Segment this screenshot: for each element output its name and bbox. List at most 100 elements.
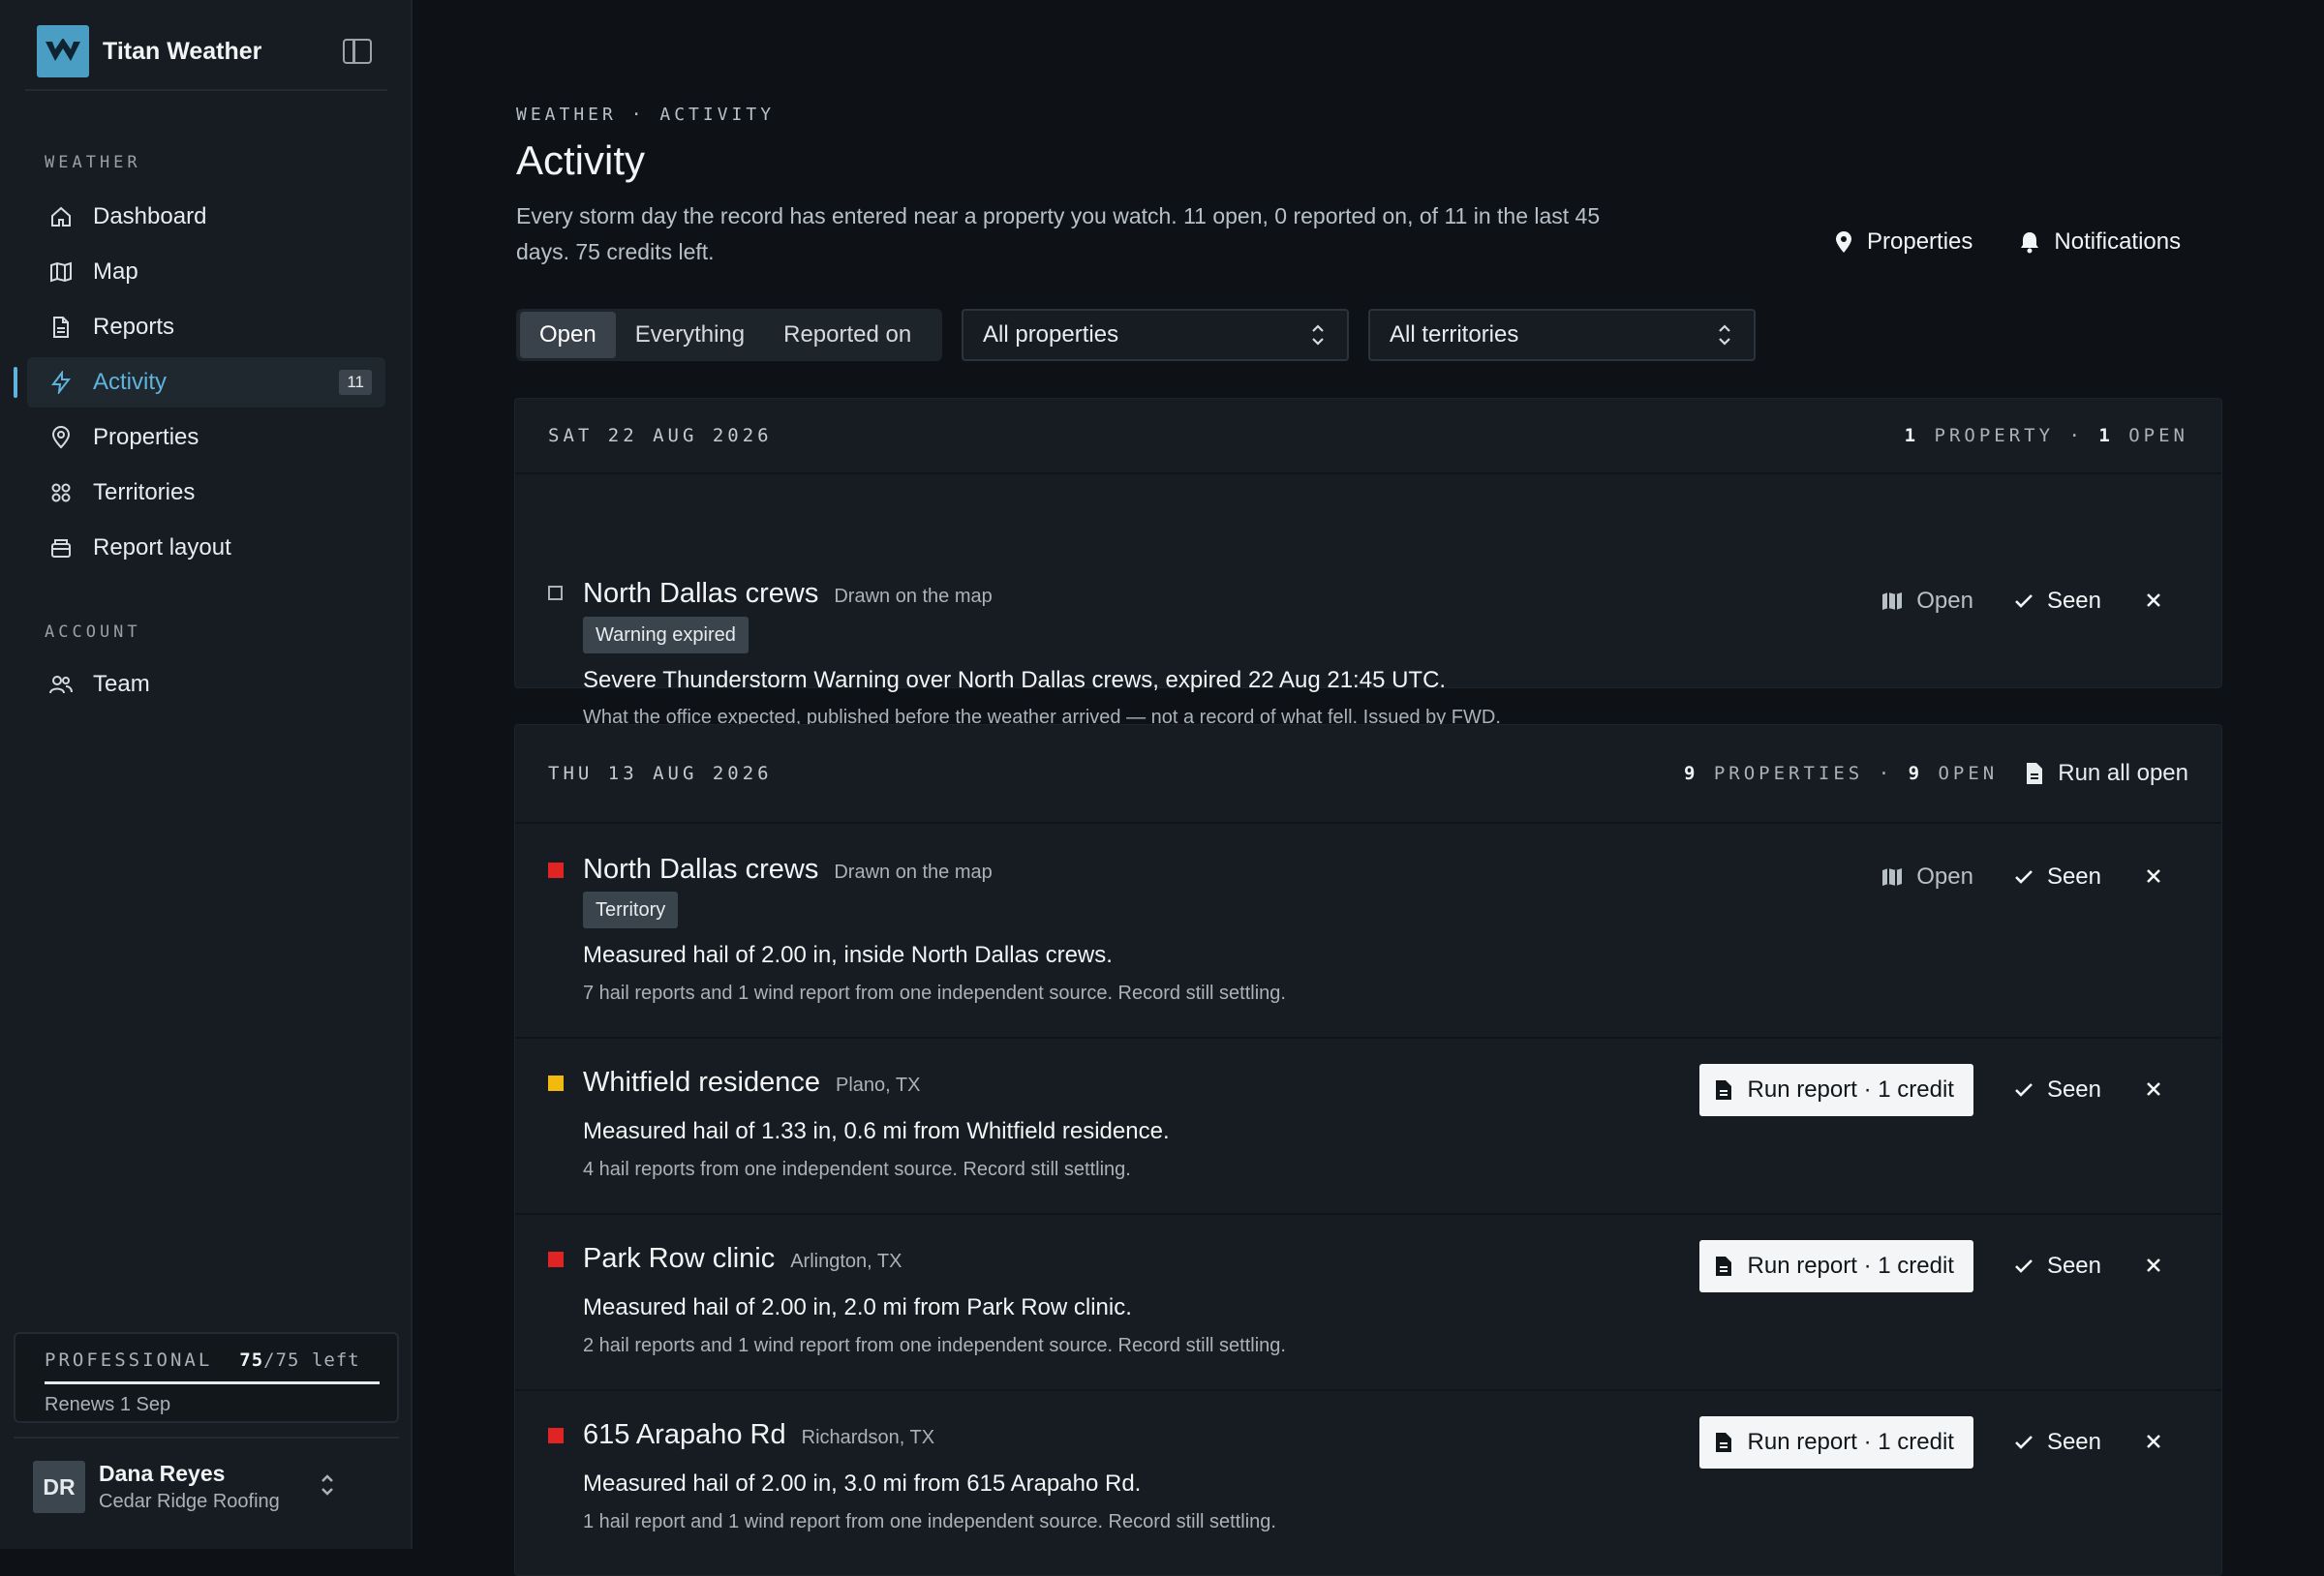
property-location: Plano, TX <box>836 1075 921 1096</box>
close-icon <box>2146 1076 2161 1104</box>
property-name[interactable]: Whitfield residence <box>583 1067 820 1099</box>
sidebar-item-label: Report layout <box>93 534 231 561</box>
sidebar-item-team[interactable]: Team <box>27 659 385 710</box>
status-badge: Territory <box>583 892 679 928</box>
row-note: 7 hail reports and 1 wind report from on… <box>583 983 1286 1004</box>
severity-square-icon <box>548 863 564 878</box>
property-select[interactable]: All properties <box>962 309 1349 361</box>
close-icon <box>2146 1429 2161 1456</box>
user-menu[interactable]: DR Dana Reyes Cedar Ridge Roofing <box>14 1437 399 1535</box>
pin-icon <box>46 426 76 449</box>
row-title: Whitfield residence Plano, TX <box>583 1067 920 1099</box>
row-summary: Measured hail of 2.00 in, inside North D… <box>583 942 1113 968</box>
sidebar-item-properties[interactable]: Properties <box>27 412 385 463</box>
seen-label: Seen <box>2046 1429 2101 1455</box>
seen-button[interactable]: Seen <box>2014 588 2101 615</box>
seen-button[interactable]: Seen <box>2014 1253 2101 1280</box>
users-icon <box>46 673 76 696</box>
check-icon <box>2014 1434 2034 1451</box>
property-location: Drawn on the map <box>834 586 993 607</box>
sidebar-item-label: Map <box>93 258 138 285</box>
sidebar-item-label: Territories <box>93 479 196 505</box>
property-count: 1 <box>1904 425 1920 446</box>
row-actions: Run report · 1 credit Seen <box>1698 1416 2161 1469</box>
dismiss-button[interactable] <box>2146 1429 2161 1456</box>
brand: Titan Weather <box>25 23 387 91</box>
seen-label: Seen <box>2046 1253 2101 1279</box>
user-name: Dana Reyes <box>99 1461 226 1486</box>
main-content: WEATHER · ACTIVITY Activity Every storm … <box>414 0 2324 1576</box>
sidebar-toggle-icon[interactable] <box>343 39 372 64</box>
run-report-button[interactable]: Run report · 1 credit <box>1698 1240 1973 1292</box>
open-count-label: OPEN <box>1923 763 1999 784</box>
seen-button[interactable]: Seen <box>2014 1429 2101 1456</box>
sidebar-item-map[interactable]: Map <box>27 247 385 297</box>
group-date: THU 13 AUG 2026 <box>548 763 773 784</box>
close-icon <box>2146 1253 2161 1280</box>
layout-icon <box>46 536 76 560</box>
open-on-map-button[interactable]: Open <box>1881 588 1973 615</box>
tab-reported-on[interactable]: Reported on <box>764 312 931 358</box>
plan-credits-bar <box>45 1381 380 1384</box>
dismiss-button[interactable] <box>2146 864 2161 891</box>
row-title: Park Row clinic Arlington, TX <box>583 1243 902 1275</box>
row-note: 1 hail report and 1 wind report from one… <box>583 1511 1276 1532</box>
properties-link[interactable]: Properties <box>1834 228 1972 256</box>
sidebar-item-dashboard[interactable]: Dashboard <box>27 192 385 242</box>
row-note: 2 hail reports and 1 wind report from on… <box>583 1335 1286 1356</box>
sidebar-item-activity[interactable]: Activity 11 <box>14 357 385 408</box>
seen-label: Seen <box>2046 1076 2101 1103</box>
property-count-label: PROPERTIES · <box>1698 763 1909 784</box>
open-count: 9 <box>1908 763 1924 784</box>
row-summary: Measured hail of 2.00 in, 3.0 mi from 61… <box>583 1470 1142 1497</box>
property-name[interactable]: Park Row clinic <box>583 1243 775 1275</box>
tab-everything[interactable]: Everything <box>616 312 764 358</box>
property-select-value: All properties <box>983 321 1119 348</box>
open-on-map-button[interactable]: Open <box>1881 864 1973 891</box>
home-icon <box>46 205 76 228</box>
chevron-updown-icon[interactable] <box>320 1472 335 1502</box>
app-name: Titan Weather <box>103 37 262 65</box>
open-count: 1 <box>2098 425 2114 446</box>
property-name[interactable]: 615 Arapaho Rd <box>583 1419 786 1451</box>
property-location: Richardson, TX <box>801 1427 935 1448</box>
property-name[interactable]: North Dallas crews <box>583 578 818 610</box>
seen-label: Seen <box>2046 588 2101 614</box>
status-badge: Warning expired <box>583 617 749 653</box>
row-title: 615 Arapaho Rd Richardson, TX <box>583 1419 934 1451</box>
bell-icon <box>2019 230 2040 254</box>
document-icon <box>1715 1256 1732 1277</box>
property-count-label: PROPERTY · <box>1919 425 2099 446</box>
seen-button[interactable]: Seen <box>2014 1076 2101 1104</box>
seen-button[interactable]: Seen <box>2014 864 2101 891</box>
titan-logo-icon <box>37 25 89 77</box>
row-actions: Open Seen <box>1881 864 2161 891</box>
sidebar-item-report-layout[interactable]: Report layout <box>27 523 385 573</box>
territory-select[interactable]: All territories <box>1368 309 1756 361</box>
dismiss-button[interactable] <box>2146 588 2161 615</box>
row-summary: Measured hail of 2.00 in, 2.0 mi from Pa… <box>583 1294 1132 1320</box>
dismiss-button[interactable] <box>2146 1076 2161 1104</box>
run-report-button[interactable]: Run report · 1 credit <box>1698 1416 1973 1469</box>
run-report-label: Run report · 1 credit <box>1747 1429 1954 1455</box>
group-header: SAT 22 AUG 2026 1 PROPERTY · 1 OPEN <box>515 399 2221 474</box>
row-note: 4 hail reports from one independent sour… <box>583 1159 1131 1180</box>
run-report-button[interactable]: Run report · 1 credit <box>1698 1064 1973 1116</box>
chevron-updown-icon <box>1310 322 1326 348</box>
status-square-icon <box>548 586 563 600</box>
notifications-link[interactable]: Notifications <box>2019 228 2181 256</box>
sidebar-item-reports[interactable]: Reports <box>27 302 385 352</box>
activity-row: North Dallas crews Drawn on the map Warn… <box>515 474 2221 728</box>
row-actions: Open Seen <box>1881 588 2161 615</box>
run-all-open-button[interactable]: Run all open <box>2025 760 2188 787</box>
activity-row: North Dallas crews Drawn on the map Terr… <box>515 824 2221 1039</box>
dismiss-button[interactable] <box>2146 1253 2161 1280</box>
activity-group: THU 13 AUG 2026 9 PROPERTIES · 9 OPEN Ru… <box>514 724 2222 1576</box>
run-all-label: Run all open <box>2058 760 2188 786</box>
document-icon <box>2025 762 2044 785</box>
tab-open[interactable]: Open <box>520 312 616 358</box>
run-report-label: Run report · 1 credit <box>1747 1253 1954 1279</box>
activity-count-badge: 11 <box>339 370 372 395</box>
sidebar-item-territories[interactable]: Territories <box>27 468 385 518</box>
property-name[interactable]: North Dallas crews <box>583 854 818 886</box>
